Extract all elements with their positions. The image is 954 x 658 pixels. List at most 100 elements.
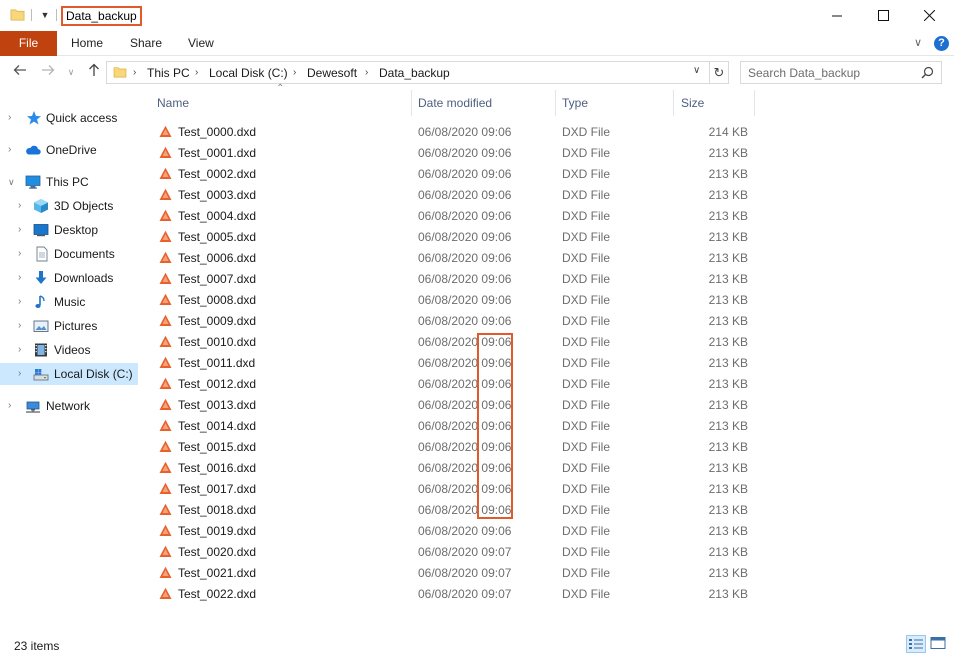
chevron-right-icon: › — [365, 67, 369, 78]
file-date-modified: 06/08/2020 09:06 — [418, 440, 512, 454]
chevron-right-icon[interactable]: › — [18, 271, 21, 285]
details-view-button[interactable] — [906, 635, 926, 653]
file-date-modified: 06/08/2020 09:06 — [418, 125, 512, 139]
file-type: DXD File — [562, 335, 611, 349]
search-box[interactable]: Search Data_backup — [740, 61, 942, 84]
refresh-button[interactable]: ↻ — [710, 61, 729, 84]
column-header-date-modified[interactable]: Date modified — [418, 90, 554, 116]
tab-view[interactable]: View — [188, 31, 214, 56]
sidebar-item-music[interactable]: › Music — [0, 291, 138, 313]
chevron-right-icon[interactable]: › — [18, 247, 21, 261]
file-name: Test_0004.dxd — [178, 209, 257, 223]
sidebar-item-desktop[interactable]: › Desktop — [0, 219, 138, 241]
file-row[interactable]: Test_0014.dxd 06/08/2020 09:06 DXD File 213… — [147, 415, 767, 436]
breadcrumb-data-backup[interactable]: Data_backup — [379, 66, 450, 80]
drive-icon — [33, 369, 49, 381]
tab-file[interactable]: File — [0, 31, 57, 56]
up-arrow-icon — [89, 63, 99, 76]
address-bar[interactable]: › This PC › Local Disk (C:) › Dewesoft ›… — [106, 61, 710, 84]
file-row[interactable]: Test_0021.dxd 06/08/2020 09:07 DXD File 213… — [147, 562, 767, 583]
file-row[interactable]: Test_0002.dxd 06/08/2020 09:06 DXD File 213… — [147, 163, 767, 184]
sidebar-item-3d-objects[interactable]: › 3D Objects — [0, 195, 138, 217]
file-row[interactable]: Test_0009.dxd 06/08/2020 09:06 DXD File 213… — [147, 310, 767, 331]
forward-button[interactable] — [40, 63, 56, 81]
minimize-button[interactable] — [814, 0, 860, 31]
file-row[interactable]: Test_0016.dxd 06/08/2020 09:06 DXD File 213… — [147, 457, 767, 478]
file-date-modified: 06/08/2020 09:06 — [418, 167, 512, 181]
column-divider[interactable] — [411, 90, 412, 116]
folder-icon — [10, 9, 25, 21]
dxd-file-icon — [159, 188, 172, 200]
close-button[interactable] — [906, 0, 952, 31]
chevron-right-icon[interactable]: › — [18, 343, 21, 357]
column-header-type[interactable]: Type — [562, 90, 672, 116]
dxd-file-icon — [159, 209, 172, 221]
address-dropdown-icon[interactable]: ∨ — [693, 65, 700, 76]
sidebar-item-quick-access[interactable]: › Quick access — [0, 107, 138, 129]
file-row[interactable]: Test_0004.dxd 06/08/2020 09:06 DXD File 213… — [147, 205, 767, 226]
file-row[interactable]: Test_0001.dxd 06/08/2020 09:06 DXD File 213… — [147, 142, 767, 163]
column-header-size[interactable]: Size — [681, 90, 753, 116]
expand-ribbon-icon[interactable]: ∨ — [914, 36, 926, 50]
file-row[interactable]: Test_0020.dxd 06/08/2020 09:07 DXD File 213… — [147, 541, 767, 562]
chevron-right-icon[interactable]: › — [8, 143, 11, 157]
chevron-right-icon[interactable]: › — [8, 111, 11, 125]
back-button[interactable] — [12, 63, 28, 81]
file-row[interactable]: Test_0003.dxd 06/08/2020 09:06 DXD File 213… — [147, 184, 767, 205]
file-name: Test_0000.dxd — [178, 125, 257, 139]
up-button[interactable] — [86, 63, 102, 81]
file-name: Test_0012.dxd — [178, 377, 257, 391]
chevron-right-icon[interactable]: › — [18, 319, 21, 333]
chevron-right-icon[interactable]: › — [18, 367, 21, 381]
file-row[interactable]: Test_0000.dxd 06/08/2020 09:06 DXD File 214… — [147, 121, 767, 142]
column-divider[interactable] — [555, 90, 556, 116]
file-row[interactable]: Test_0011.dxd 06/08/2020 09:06 DXD File 213… — [147, 352, 767, 373]
sidebar-item-pictures[interactable]: › Pictures — [0, 315, 138, 337]
sidebar-item-downloads[interactable]: › Downloads — [0, 267, 138, 289]
recent-locations-button[interactable]: ∨ — [65, 63, 77, 81]
sidebar-item-this-pc[interactable]: ∨ This PC — [0, 171, 138, 193]
column-header-name[interactable]: Name — [157, 90, 411, 116]
file-name: Test_0005.dxd — [178, 230, 257, 244]
file-type: DXD File — [562, 503, 611, 517]
file-size: 213 KB — [708, 146, 748, 160]
file-date-modified: 06/08/2020 09:06 — [418, 377, 512, 391]
file-row[interactable]: Test_0012.dxd 06/08/2020 09:06 DXD File 213… — [147, 373, 767, 394]
breadcrumb-this-pc[interactable]: This PC — [147, 66, 190, 80]
sidebar-item-network[interactable]: › Network — [0, 395, 138, 417]
breadcrumb-dewesoft[interactable]: Dewesoft — [307, 66, 357, 80]
file-row[interactable]: Test_0017.dxd 06/08/2020 09:06 DXD File 213… — [147, 478, 767, 499]
sidebar-item-onedrive[interactable]: › OneDrive — [0, 139, 138, 161]
sidebar-item-documents[interactable]: › Documents — [0, 243, 138, 265]
file-name: Test_0003.dxd — [178, 188, 257, 202]
file-row[interactable]: Test_0008.dxd 06/08/2020 09:06 DXD File 213… — [147, 289, 767, 310]
file-row[interactable]: Test_0015.dxd 06/08/2020 09:06 DXD File 213… — [147, 436, 767, 457]
file-date-modified: 06/08/2020 09:07 — [418, 587, 512, 601]
chevron-down-icon[interactable]: ∨ — [8, 175, 15, 189]
chevron-right-icon[interactable]: › — [18, 199, 21, 213]
chevron-right-icon[interactable]: › — [8, 399, 11, 413]
customize-quick-access-icon[interactable]: ▼ — [39, 8, 51, 22]
sidebar-item-local-disk[interactable]: › Local Disk (C:) — [0, 363, 138, 385]
large-icons-view-button[interactable] — [929, 635, 949, 653]
file-row[interactable]: Test_0018.dxd 06/08/2020 09:06 DXD File 213… — [147, 499, 767, 520]
maximize-button[interactable] — [860, 0, 906, 31]
file-row[interactable]: Test_0010.dxd 06/08/2020 09:06 DXD File 213… — [147, 331, 767, 352]
file-name: Test_0011.dxd — [178, 356, 256, 370]
file-row[interactable]: Test_0006.dxd 06/08/2020 09:06 DXD File 213… — [147, 247, 767, 268]
tab-share[interactable]: Share — [130, 31, 162, 56]
column-divider[interactable] — [673, 90, 674, 116]
help-icon[interactable]: ? — [934, 36, 949, 51]
breadcrumb-local-disk[interactable]: Local Disk (C:) — [209, 66, 288, 80]
tab-home[interactable]: Home — [71, 31, 103, 56]
chevron-right-icon[interactable]: › — [18, 295, 21, 309]
file-type: DXD File — [562, 125, 611, 139]
file-row[interactable]: Test_0007.dxd 06/08/2020 09:06 DXD File 213… — [147, 268, 767, 289]
file-row[interactable]: Test_0013.dxd 06/08/2020 09:06 DXD File 213… — [147, 394, 767, 415]
file-row[interactable]: Test_0022.dxd 06/08/2020 09:07 DXD File 213… — [147, 583, 767, 604]
chevron-right-icon[interactable]: › — [18, 223, 21, 237]
column-divider[interactable] — [754, 90, 755, 116]
file-row[interactable]: Test_0005.dxd 06/08/2020 09:06 DXD File 213… — [147, 226, 767, 247]
file-row[interactable]: Test_0019.dxd 06/08/2020 09:06 DXD File 213… — [147, 520, 767, 541]
sidebar-item-videos[interactable]: › Videos — [0, 339, 138, 361]
